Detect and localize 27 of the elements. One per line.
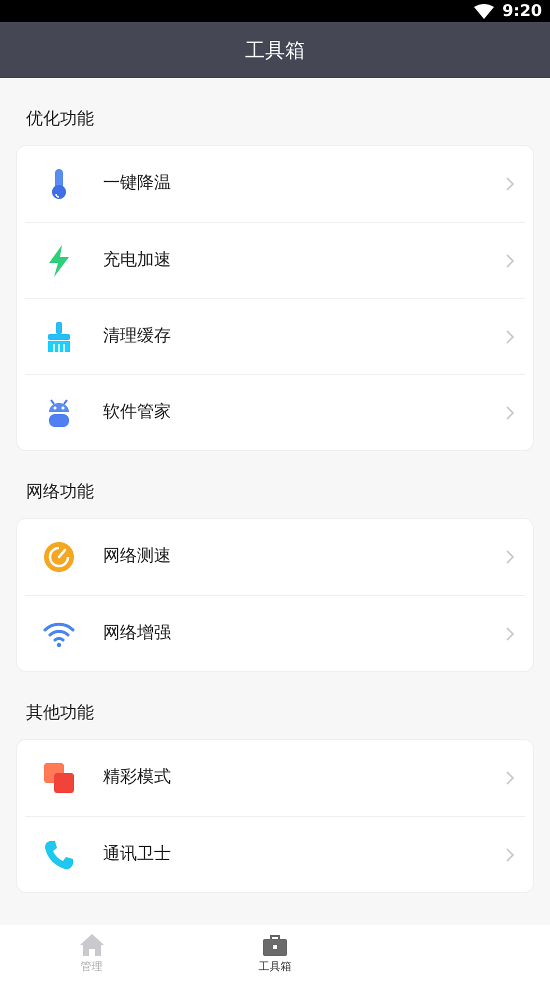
section-title: 其他功能 [26, 703, 94, 723]
gauge-icon [41, 539, 77, 575]
chevron-right-icon [505, 549, 515, 565]
clock: 9:20 [502, 0, 542, 22]
chevron-right-icon [505, 252, 515, 268]
nav-tab[interactable]: 工具箱 [183, 925, 367, 983]
menu-item[interactable]: 一键降温 [25, 146, 525, 222]
home-icon [78, 932, 105, 957]
chevron-right-icon [505, 404, 515, 420]
chevron-right-icon [505, 770, 515, 786]
chevron-right-icon [505, 328, 515, 344]
section-title: 网络功能 [26, 482, 94, 502]
wifi-signal-icon [474, 4, 494, 18]
menu-item[interactable]: 软件管家 [25, 374, 525, 450]
menu-item[interactable]: 网络测速 [25, 519, 525, 595]
toolbox-icon [262, 932, 288, 957]
menu-item[interactable]: 清理缓存 [25, 298, 525, 374]
overlapping-squares-icon [41, 760, 77, 796]
menu-item[interactable]: 充电加速 [25, 222, 525, 298]
section-title: 优化功能 [26, 109, 94, 129]
chevron-right-icon [505, 846, 515, 862]
page-title: 工具箱 [245, 37, 305, 64]
chevron-right-icon [505, 176, 515, 192]
menu-item[interactable]: 网络增强 [25, 595, 525, 671]
menu-item[interactable]: 通讯卫士 [25, 816, 525, 892]
chevron-right-icon [505, 626, 515, 642]
menu-item[interactable]: 精彩模式 [25, 740, 525, 816]
